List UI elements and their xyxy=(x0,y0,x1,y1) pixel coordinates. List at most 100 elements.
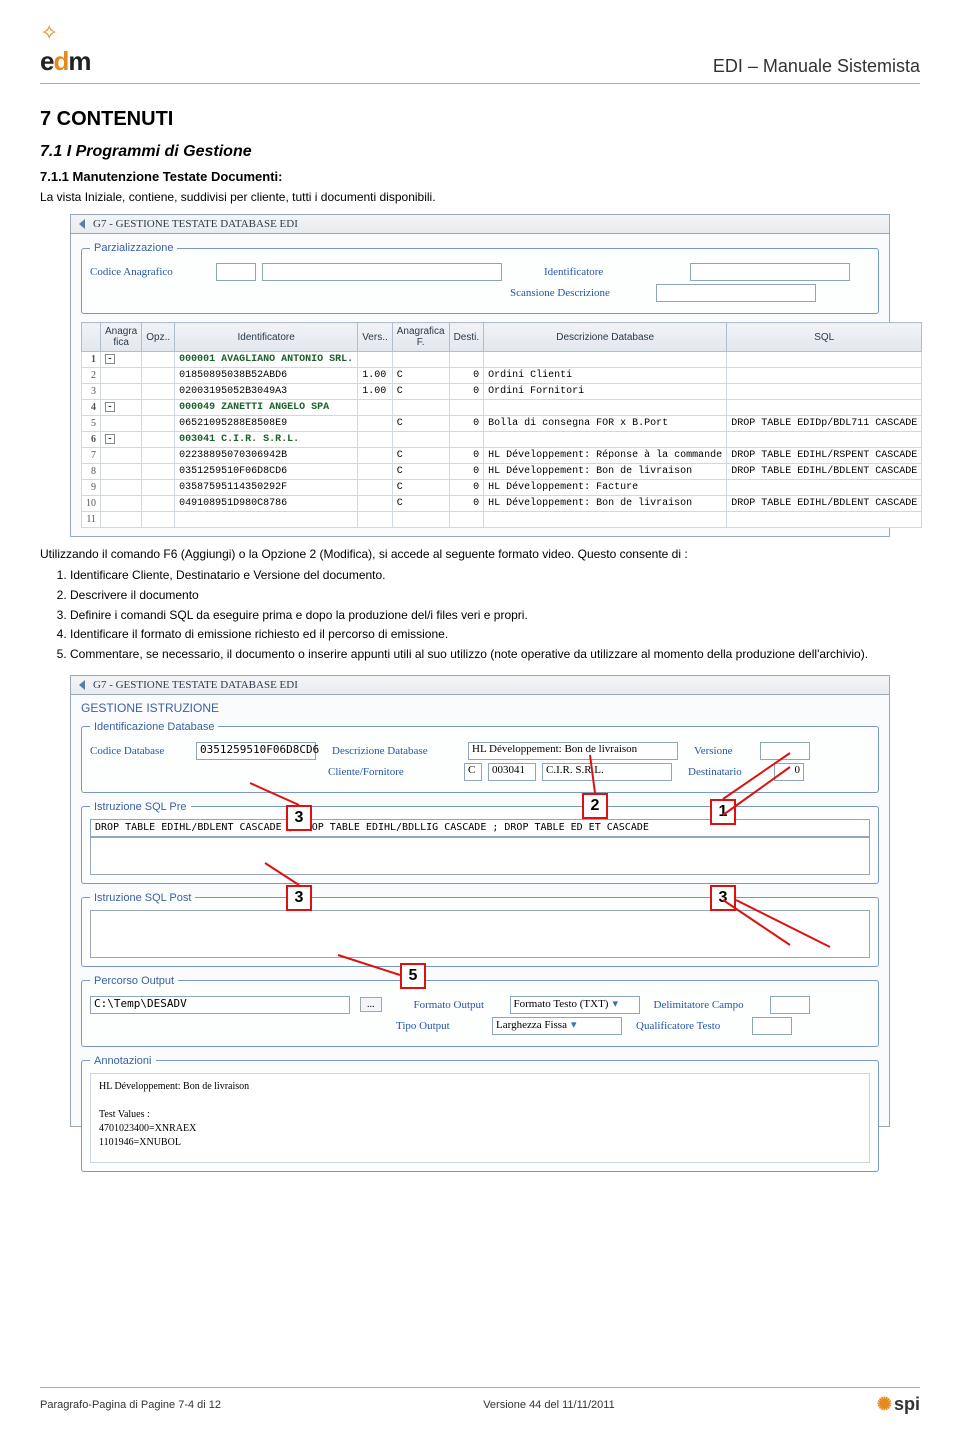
window-title-text-1: G7 - GESTIONE TESTATE DATABASE EDI xyxy=(93,218,298,230)
value-cf-code[interactable]: C xyxy=(464,763,482,781)
outpath-fieldset: Percorso Output C:\Temp\DESADV ... Forma… xyxy=(81,975,879,1047)
window-title-bar-1: G7 - GESTIONE TESTATE DATABASE EDI xyxy=(70,214,890,234)
value-codice-db[interactable]: 0351259510F06D8CD6 xyxy=(196,742,316,760)
table-row[interactable]: 302003195052B3049A31.00C0Ordini Fornitor… xyxy=(82,384,922,400)
sqlpost-legend: Istruzione SQL Post xyxy=(90,892,195,904)
table-header[interactable]: SQL xyxy=(727,323,922,352)
callout-1: 1 xyxy=(710,799,736,825)
value-cf-name[interactable]: C.I.R. S.R.L. xyxy=(542,763,672,781)
table-row[interactable]: 702238895070306942BC0HL Développement: R… xyxy=(82,448,922,464)
list-item: Identificare il formato di emissione ric… xyxy=(70,626,920,643)
callout-3b: 3 xyxy=(286,885,312,911)
sqlpre-legend: Istruzione SQL Pre xyxy=(90,801,191,813)
ident-db-fieldset: Identificazione Database Codice Database… xyxy=(81,721,879,793)
nav-back-icon[interactable] xyxy=(79,219,85,229)
tab-header[interactable]: GESTIONE ISTRUZIONE xyxy=(81,701,879,715)
window-title-text-2: G7 - GESTIONE TESTATE DATABASE EDI xyxy=(93,679,298,691)
value-qualif-testo[interactable] xyxy=(752,1017,792,1035)
value-delim-campo[interactable] xyxy=(770,996,810,1014)
list-item: Identificare Cliente, Destinatario e Ver… xyxy=(70,567,920,584)
label-desc-db: Descrizione Database xyxy=(332,745,462,757)
label-scansione: Scansione Descrizione xyxy=(510,287,650,299)
sqlpre-textarea[interactable] xyxy=(90,837,870,875)
logo-spi: ✺ spi xyxy=(877,1394,920,1415)
list-item: Definire i comandi SQL da eseguire prima… xyxy=(70,607,920,624)
label-identificatore: Identificatore xyxy=(544,266,684,278)
input-scansione[interactable] xyxy=(656,284,816,302)
input-codice-anagrafico-desc[interactable] xyxy=(262,263,502,281)
screenshot-2: G7 - GESTIONE TESTATE DATABASE EDI GESTI… xyxy=(70,675,890,1135)
table-row[interactable]: 1-000001 AVAGLIANO ANTONIO SRL. xyxy=(82,352,922,368)
value-destinatario[interactable]: 0 xyxy=(774,763,804,781)
label-codice-anagrafico: Codice Anagrafico xyxy=(90,266,210,278)
numbered-list: Identificare Cliente, Destinatario e Ver… xyxy=(70,567,920,663)
table-header[interactable] xyxy=(82,323,101,352)
browse-button[interactable]: ... xyxy=(360,997,382,1012)
outpath-legend: Percorso Output xyxy=(90,975,178,987)
label-tipo-output: Tipo Output xyxy=(396,1020,486,1032)
table-header[interactable]: Identificatore xyxy=(175,323,358,352)
table-row[interactable]: 903587595114350292FC0HL Développement: F… xyxy=(82,480,922,496)
value-formato-output[interactable]: Formato Testo (TXT)▾ xyxy=(510,996,640,1014)
table-header[interactable]: Opz.. xyxy=(142,323,175,352)
outpath-value[interactable]: C:\Temp\DESADV xyxy=(90,996,350,1014)
footer-center: Versione 44 del 11/11/2011 xyxy=(483,1399,615,1411)
table-row[interactable]: 6-003041 C.I.R. S.R.L. xyxy=(82,432,922,448)
logo-flame-icon: ✧ xyxy=(40,20,58,45)
table-row[interactable]: 80351259510F06D8CD6C0HL Développement: B… xyxy=(82,464,922,480)
logo-edm: ✧ edm xyxy=(40,20,90,77)
parzializzazione-legend: Parzializzazione xyxy=(90,242,177,254)
window-title-bar-2: G7 - GESTIONE TESTATE DATABASE EDI xyxy=(70,675,890,695)
nav-back-icon-2[interactable] xyxy=(79,680,85,690)
label-qualif-testo: Qualificatore Testo xyxy=(636,1020,746,1032)
ident-db-legend: Identificazione Database xyxy=(90,721,218,733)
sqlpre-fieldset: Istruzione SQL Pre DROP TABLE EDIHL/BDLE… xyxy=(81,801,879,884)
annot-textarea[interactable]: HL Développement: Bon de livraison Test … xyxy=(90,1073,870,1163)
table-header[interactable]: Descrizione Database xyxy=(484,323,727,352)
table-row[interactable]: 201850895038B52ABD61.00C0Ordini Clienti xyxy=(82,368,922,384)
sqlpost-fieldset: Istruzione SQL Post xyxy=(81,892,879,967)
doc-title: EDI – Manuale Sistemista xyxy=(713,56,920,77)
callout-3a: 3 xyxy=(286,805,312,831)
table-header[interactable]: Vers.. xyxy=(358,323,393,352)
annot-fieldset: Annotazioni HL Développement: Bon de liv… xyxy=(81,1055,879,1172)
label-codice-db: Codice Database xyxy=(90,745,190,757)
table-row[interactable]: 11 xyxy=(82,512,922,528)
label-formato-output: Formato Output xyxy=(414,999,504,1011)
page-footer: Paragrafo-Pagina di Pagine 7-4 di 12 Ver… xyxy=(40,1387,920,1415)
sqlpost-textarea[interactable] xyxy=(90,910,870,958)
intro-paragraph: La vista Iniziale, contiene, suddivisi p… xyxy=(40,190,920,204)
input-codice-anagrafico[interactable] xyxy=(216,263,256,281)
input-identificatore[interactable] xyxy=(690,263,850,281)
gear-icon: ✺ xyxy=(877,1394,892,1415)
annot-legend: Annotazioni xyxy=(90,1055,156,1067)
label-delim-campo: Delimitatore Campo xyxy=(654,999,764,1011)
table-header[interactable]: Anagra fica xyxy=(101,323,142,352)
page-header: ✧ edm EDI – Manuale Sistemista xyxy=(40,20,920,84)
value-desc-db[interactable]: HL Développement: Bon de livraison xyxy=(468,742,678,760)
heading-2: 7.1 I Programmi di Gestione xyxy=(40,143,920,161)
sqlpre-value[interactable]: DROP TABLE EDIHL/BDLENT CASCADE ; DROP T… xyxy=(90,819,870,837)
table-row[interactable]: 10049108951D980C8786C0HL Développement: … xyxy=(82,496,922,512)
list-item: Commentare, se necessario, il documento … xyxy=(70,646,920,663)
table-row[interactable]: 506521095288E8508E9C0Bolla di consegna F… xyxy=(82,416,922,432)
heading-1: 7 CONTENUTI xyxy=(40,108,920,131)
table-header[interactable]: Anagrafica F. xyxy=(392,323,449,352)
callout-2: 2 xyxy=(582,793,608,819)
label-cliente-forn: Cliente/Fornitore xyxy=(328,766,458,778)
heading-3: 7.1.1 Manutenzione Testate Documenti: xyxy=(40,169,920,184)
list-item: Descrivere il documento xyxy=(70,587,920,604)
parzializzazione-fieldset: Parzializzazione Codice Anagrafico Ident… xyxy=(81,242,879,314)
value-versione[interactable] xyxy=(760,742,810,760)
label-versione: Versione xyxy=(694,745,754,757)
footer-left: Paragrafo-Pagina di Pagine 7-4 di 12 xyxy=(40,1399,221,1411)
screenshot-1: G7 - GESTIONE TESTATE DATABASE EDI Parzi… xyxy=(70,214,890,537)
after-shot1-paragraph: Utilizzando il comando F6 (Aggiungi) o l… xyxy=(40,547,920,561)
value-tipo-output[interactable]: Larghezza Fissa▾ xyxy=(492,1017,622,1035)
table-row[interactable]: 4-000049 ZANETTI ANGELO SPA xyxy=(82,400,922,416)
data-table: Anagra ficaOpz..IdentificatoreVers..Anag… xyxy=(81,322,922,528)
callout-3c: 3 xyxy=(710,885,736,911)
table-header[interactable]: Desti. xyxy=(449,323,484,352)
label-destinatario: Destinatario xyxy=(688,766,768,778)
value-cf-num[interactable]: 003041 xyxy=(488,763,536,781)
